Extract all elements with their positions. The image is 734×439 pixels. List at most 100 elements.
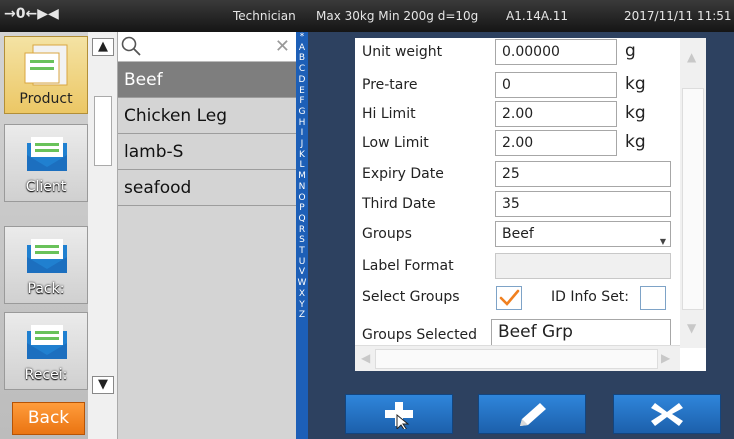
search-icon (121, 36, 141, 56)
alphabet-letter[interactable]: S (296, 235, 308, 246)
alphabet-letter[interactable]: M (296, 171, 308, 182)
select-groups-checkbox[interactable] (496, 286, 522, 310)
field-label: Select Groups (362, 289, 460, 305)
delete-button[interactable] (613, 394, 721, 434)
label-format-row: Label Format (355, 252, 685, 282)
groups-select-value: Beef (502, 226, 534, 242)
category-nav: Product Client Pack: Recei: (0, 32, 90, 439)
hi-limit-field[interactable]: 2.00 (495, 101, 617, 127)
alphabet-index[interactable]: * A B C D E F G H I J K L M N O P Q R S T U V W X Y Z (296, 32, 308, 439)
label-format-field[interactable] (495, 253, 671, 279)
edit-button[interactable] (478, 394, 586, 434)
scroll-thumb[interactable] (94, 96, 112, 166)
low-limit-field[interactable]: 2.00 (495, 130, 617, 156)
alphabet-letter[interactable]: D (296, 75, 308, 86)
envelope-icon (27, 137, 67, 171)
scroll-thumb[interactable] (682, 88, 704, 310)
field-label: Hi Limit (362, 106, 416, 122)
product-edit-form: Unit weight 0.00000 g Pre-tare 0 kg Hi L… (355, 38, 706, 371)
alphabet-letter[interactable]: T (296, 246, 308, 257)
alphabet-letter[interactable]: Y (296, 300, 308, 311)
scroll-up-icon[interactable]: ▲ (92, 38, 114, 56)
scroll-down-icon[interactable]: ▼ (92, 376, 114, 394)
alphabet-letter[interactable]: A (296, 43, 308, 54)
alphabet-letter[interactable]: V (296, 267, 308, 278)
form-horizontal-scrollbar[interactable]: ◀ ▶ (355, 345, 680, 371)
clear-search-icon[interactable]: ✕ (275, 36, 290, 57)
scale-capacity: Max 30kg Min 200g d=10g (316, 9, 479, 23)
envelope-icon (27, 239, 67, 273)
select-groups-row: Select Groups ID Info Set: (355, 283, 685, 313)
alphabet-letter[interactable]: H (296, 118, 308, 129)
nav-label: Pack: (27, 281, 65, 297)
list-item[interactable]: Beef (118, 62, 296, 98)
field-label: ID Info Set: (551, 289, 630, 305)
alphabet-letter[interactable]: * (296, 32, 308, 43)
scroll-right-icon[interactable]: ▶ (661, 351, 670, 365)
pre-tare-field[interactable]: 0 (495, 72, 617, 98)
alphabet-letter[interactable]: Z (296, 310, 308, 321)
field-label: Label Format (362, 258, 454, 274)
alphabet-letter[interactable]: F (296, 96, 308, 107)
alphabet-letter[interactable]: I (296, 128, 308, 139)
pencil-icon (520, 403, 546, 426)
alphabet-letter[interactable]: R (296, 225, 308, 236)
hi-limit-row: Hi Limit 2.00 kg (355, 100, 685, 130)
search-bar[interactable]: ✕ (118, 32, 296, 62)
action-bar (308, 378, 734, 439)
alphabet-letter[interactable]: K (296, 150, 308, 161)
groups-select[interactable]: Beef ▼ (495, 221, 671, 247)
field-label: Groups (362, 226, 412, 242)
nav-label: Recei: (24, 367, 68, 383)
unit-label: kg (625, 74, 646, 94)
groups-selected-field[interactable]: Beef Grp (491, 319, 671, 347)
expiry-date-field[interactable]: 25 (495, 161, 671, 187)
scroll-left-icon[interactable]: ◀ (361, 351, 370, 365)
unit-label: kg (625, 132, 646, 152)
nav-item-client[interactable]: Client (4, 124, 88, 202)
groups-row: Groups Beef ▼ (355, 220, 685, 250)
alphabet-letter[interactable]: N (296, 182, 308, 193)
scroll-down-icon[interactable]: ▼ (687, 321, 696, 335)
list-item[interactable]: Chicken Leg (118, 98, 296, 134)
groups-selected-row: Groups Selected Beef Grp (355, 318, 685, 348)
nav-label: Client (25, 179, 67, 195)
alphabet-letter[interactable]: U (296, 257, 308, 268)
nav-item-product[interactable]: Product (4, 36, 88, 114)
nav-item-pack[interactable]: Pack: (4, 226, 88, 304)
scroll-up-icon[interactable]: ▲ (687, 50, 696, 64)
firmware-version: A1.14A.11 (506, 9, 569, 23)
envelope-icon (27, 325, 67, 359)
product-list: ✕ Beef Chicken Leg lamb-S seafood (118, 32, 296, 439)
unit-weight-field[interactable]: 0.00000 (495, 39, 617, 65)
add-button[interactable] (345, 394, 453, 434)
alphabet-letter[interactable]: E (296, 86, 308, 97)
alphabet-letter[interactable]: O (296, 193, 308, 204)
alphabet-letter[interactable]: B (296, 53, 308, 64)
alphabet-letter[interactable]: X (296, 289, 308, 300)
third-date-row: Third Date 35 (355, 190, 685, 220)
list-item[interactable]: seafood (118, 170, 296, 206)
alphabet-letter[interactable]: W (296, 278, 308, 289)
form-vertical-scrollbar[interactable]: ▲ ▼ (680, 38, 706, 348)
id-info-set-checkbox[interactable] (640, 286, 666, 310)
list-scrollbar[interactable]: ▲ ▼ (88, 32, 118, 439)
alphabet-letter[interactable]: L (296, 160, 308, 171)
checkmark-icon (499, 289, 520, 306)
unit-weight-row: Unit weight 0.00000 g (355, 38, 685, 68)
field-label: Low Limit (362, 135, 429, 151)
third-date-field[interactable]: 35 (495, 191, 671, 217)
nav-item-receive[interactable]: Recei: (4, 312, 88, 390)
alphabet-letter[interactable]: Q (296, 214, 308, 225)
alphabet-letter[interactable]: C (296, 64, 308, 75)
unit-label: kg (625, 103, 646, 123)
alphabet-letter[interactable]: P (296, 203, 308, 214)
field-label: Expiry Date (362, 166, 444, 182)
scroll-thumb[interactable] (375, 349, 658, 369)
field-label: Third Date (362, 196, 436, 212)
alphabet-letter[interactable]: J (296, 139, 308, 150)
zero-tare-indicators: →0←▶◀ (4, 6, 59, 22)
alphabet-letter[interactable]: G (296, 107, 308, 118)
list-item[interactable]: lamb-S (118, 134, 296, 170)
back-button[interactable]: Back (12, 402, 85, 435)
